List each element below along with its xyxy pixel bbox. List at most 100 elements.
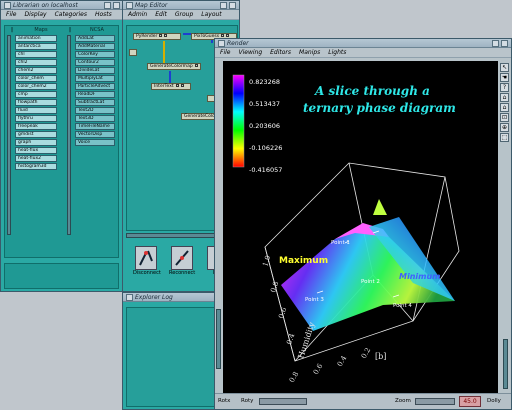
map-list-item[interactable]: flythru [15,115,57,122]
render-bottom-bar: Rotx Roty Zoom 45.0 Dolly [215,393,511,409]
roty-label: Roty [241,398,254,404]
menu-file[interactable]: File [220,49,230,56]
arrow-icon[interactable]: ↖ [500,63,509,72]
module-pyrender[interactable]: PyRender [133,33,181,40]
ncsa-module-item[interactable]: Contour2 [75,59,115,66]
map-list-item[interactable]: fluid [15,107,57,114]
scroll-marker: ‖ [10,27,14,33]
librarian-titlebar[interactable]: Librarian on localhost [1,1,123,10]
menu-hosts[interactable]: Hosts [95,11,112,18]
map-list-item[interactable]: graph [15,139,57,146]
point-1-label: Point 1 [331,240,350,246]
menu-edit[interactable]: Edit [155,11,167,18]
map-list-item[interactable]: antarctica [15,43,57,50]
ncsa-module-item[interactable]: AddLat [75,35,115,42]
menu-editors[interactable]: Editors [270,49,291,56]
menu-file[interactable]: File [6,11,16,18]
map-list-item[interactable]: flowpath [15,99,57,106]
zoom-slider[interactable] [415,398,455,405]
menu-group[interactable]: Group [175,11,193,18]
ncsa-scrollbar[interactable] [67,35,71,235]
window-menu-button[interactable] [126,1,133,9]
dolly-wheel[interactable] [503,339,508,389]
map-editor-titlebar[interactable]: Map Editor [123,1,239,10]
render-titlebar[interactable]: Render [215,39,511,48]
menu-viewing[interactable]: Viewing [238,49,262,56]
hand-icon[interactable]: ☚ [500,73,509,82]
map-list-item[interactable]: color_chem [15,75,57,82]
menu-manips[interactable]: Manips [299,49,320,56]
disconnect-tool[interactable] [135,246,157,270]
librarian-status-area [4,263,119,289]
map-list-item[interactable]: color_chem2 [15,83,57,90]
help-icon[interactable]: ? [500,83,509,92]
window-menu-button[interactable] [4,1,11,9]
map-list-item[interactable]: gmdist [15,131,57,138]
librarian-window: Librarian on localhost File Display Cate… [0,0,124,292]
menu-admin[interactable]: Admin [128,11,147,18]
ncsa-module-item[interactable]: Voice [75,139,115,146]
scroll-marker: ‖ [68,27,72,33]
map-list-item[interactable]: chem2 [15,67,57,74]
map-list-item[interactable]: heat-flux [15,147,57,154]
menu-layout[interactable]: Layout [201,11,221,18]
menu-display[interactable]: Display [24,11,46,18]
ncsa-module-item[interactable]: Text3D [75,115,115,122]
module-intertext[interactable]: InterText [151,83,191,90]
module-generatecolormap-2[interactable]: GenerateColormap [181,113,227,120]
minimize-button[interactable] [104,1,111,9]
maps-scrollbar[interactable] [7,35,11,235]
seek-icon[interactable]: ⊕ [500,123,509,132]
ncsa-module-item[interactable]: DivideLat [75,67,115,74]
rotx-wheel[interactable] [216,309,221,369]
module-stub[interactable] [129,49,137,56]
ncsa-module-item[interactable]: ColorKey [75,51,115,58]
module-generatecolormap[interactable]: GenerateColormap [147,63,201,70]
home-icon[interactable]: ⌂ [500,93,509,102]
ncsa-module-item[interactable]: TimeFileName [75,123,115,130]
map-list-item[interactable]: chl [15,51,57,58]
wire [163,41,165,63]
ncsa-module-item[interactable]: Text2D [75,107,115,114]
zoom-value-field[interactable]: 45.0 [459,396,481,407]
view-all-icon[interactable]: ⊡ [500,113,509,122]
plot-title: A slice through a ternary phase diagram [303,83,493,117]
bottom-axis-tick: 0.6 [312,362,325,376]
map-list-item[interactable]: chl2 [15,59,57,66]
map-list-item[interactable]: freepeak [15,123,57,130]
plot-title-line1: A slice through a [315,84,430,98]
zoom-label: Zoom [395,398,411,404]
dolly-label: Dolly [487,398,501,404]
maximize-button[interactable] [501,39,508,47]
set-home-icon[interactable]: ⌂ [500,103,509,112]
render-viewport[interactable]: Point 1 Point 2 Point 3 Point 4 Maximum … [223,61,498,395]
ncsa-module-item[interactable]: VectorDisp [75,131,115,138]
ncsa-module-item[interactable]: AddMaterial [75,43,115,50]
map-list-item[interactable]: heat-flux2 [15,155,57,162]
reconnect-tool[interactable] [171,246,193,270]
window-menu-button[interactable] [126,293,133,301]
ncsa-module-item[interactable]: ReadDF [75,91,115,98]
perspective-icon[interactable]: ⬚ [500,133,509,142]
map-list-item[interactable]: histogram3d [15,163,57,170]
reconnect-icon [175,250,189,266]
window-menu-button[interactable] [218,39,225,47]
map-list-item[interactable]: cmp [15,91,57,98]
render-menubar: File Viewing Editors Manips Lights [215,48,511,58]
minimize-button[interactable] [492,39,499,47]
ncsa-module-item[interactable]: ParticleAdvect [75,83,115,90]
menu-categories[interactable]: Categories [55,11,87,18]
librarian-title: Librarian on localhost [13,1,78,9]
render-window: Render File Viewing Editors Manips Light… [214,38,512,410]
maximize-button[interactable] [229,1,236,9]
ncsa-module-item[interactable]: MultiplyLat [75,75,115,82]
map-list-item[interactable]: animation [15,35,57,42]
menu-lights[interactable]: Lights [328,49,346,56]
ncsa-module-item[interactable]: SubtractLat [75,99,115,106]
minimum-label: Minimum [399,272,441,281]
ncsa-list: AddLat AddMaterial ColorKey Contour2 DivideL… [75,35,115,146]
minimize-button[interactable] [220,1,227,9]
maximize-button[interactable] [113,1,120,9]
ncsa-header: NCSA [90,27,104,33]
roty-wheel[interactable] [259,398,307,405]
